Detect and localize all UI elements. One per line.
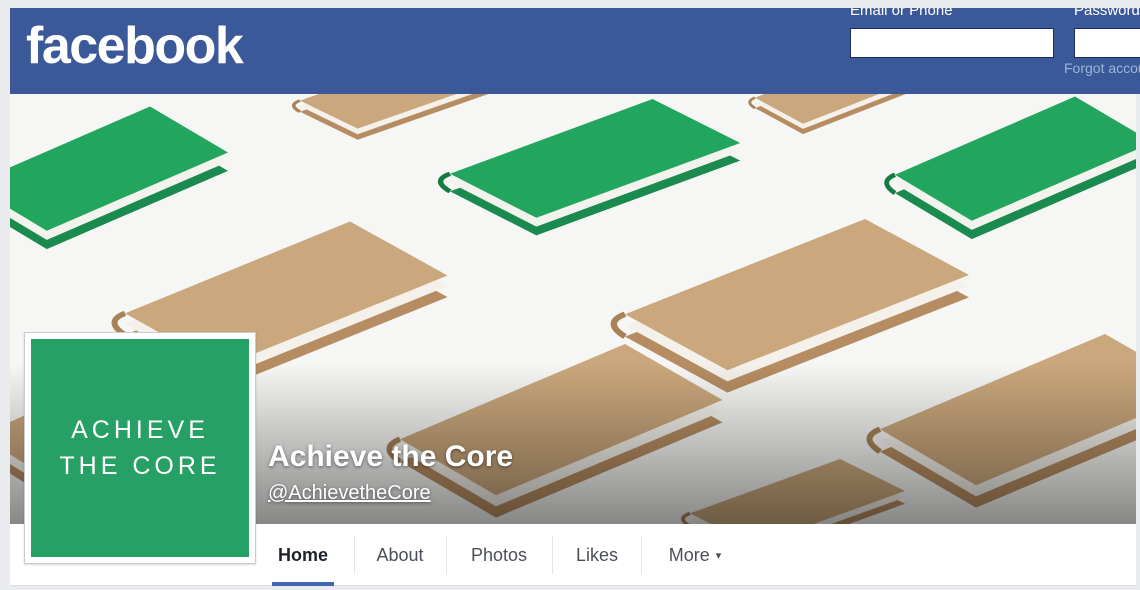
page-title[interactable]: Achieve the Core bbox=[268, 440, 513, 474]
tab-home[interactable]: Home bbox=[266, 524, 340, 586]
tab-more-label: More bbox=[668, 544, 710, 565]
tab-likes[interactable]: Likes bbox=[553, 524, 641, 586]
page-username-link[interactable]: @AchievetheCore bbox=[268, 482, 431, 505]
tab-home-label: Home bbox=[277, 544, 328, 565]
tab-photos-label: Photos bbox=[470, 544, 528, 565]
forgot-account-link[interactable]: Forgot account? bbox=[1064, 60, 1140, 76]
password-label: Password bbox=[1074, 8, 1140, 19]
profile-logo-line-2: THE CORE bbox=[59, 452, 221, 480]
password-field[interactable] bbox=[1074, 28, 1140, 58]
tab-more[interactable]: More ▾ bbox=[642, 524, 748, 586]
chevron-down-icon: ▾ bbox=[715, 549, 722, 562]
tab-photos[interactable]: Photos bbox=[447, 524, 551, 586]
facebook-logo[interactable]: facebook bbox=[26, 16, 244, 76]
profile-logo: ACHIEVE THE CORE bbox=[31, 339, 249, 557]
profile-picture[interactable]: ACHIEVE THE CORE bbox=[24, 332, 256, 564]
tab-about[interactable]: About bbox=[355, 524, 445, 586]
email-label: Email or Phone bbox=[850, 8, 953, 19]
active-tab-indicator bbox=[272, 582, 334, 586]
top-navigation-bar: facebook Email or Phone Password bbox=[10, 8, 1140, 94]
email-field[interactable] bbox=[850, 28, 1054, 58]
tab-likes-label: Likes bbox=[575, 544, 619, 565]
tab-about-label: About bbox=[376, 544, 424, 565]
profile-logo-line-1: ACHIEVE bbox=[71, 416, 209, 444]
